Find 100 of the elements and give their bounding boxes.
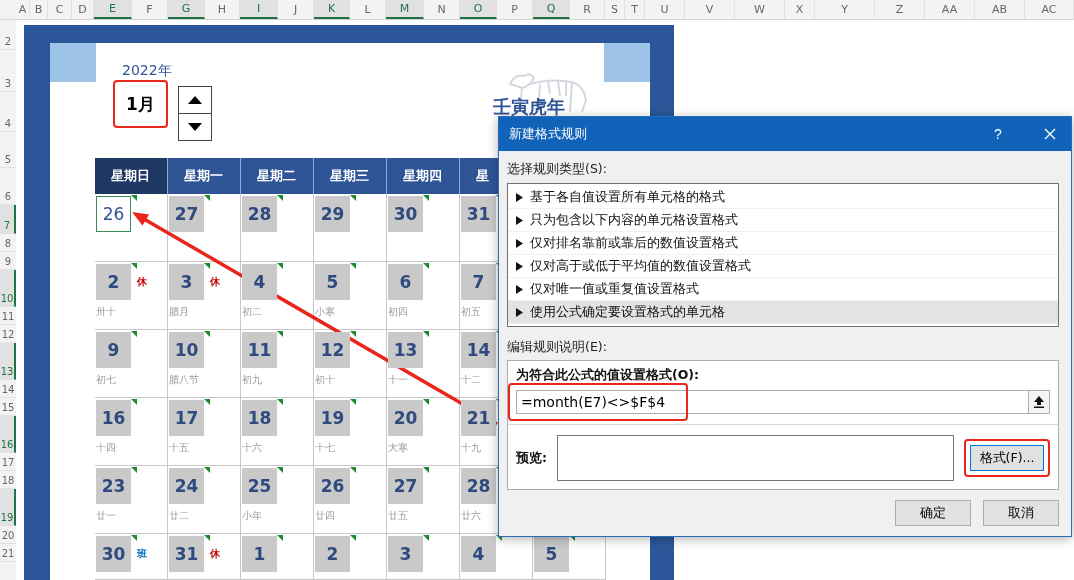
column-header[interactable]: V: [685, 0, 735, 19]
corner-block: [50, 43, 96, 82]
day-number[interactable]: 3: [169, 264, 204, 300]
column-header[interactable]: G: [168, 0, 205, 19]
column-header[interactable]: Z: [875, 0, 925, 19]
spin-down-button[interactable]: [178, 113, 212, 141]
range-select-button[interactable]: [1028, 390, 1050, 414]
day-number[interactable]: 4: [461, 536, 496, 572]
corner-marker-icon: [423, 399, 429, 405]
day-number[interactable]: 17: [169, 400, 204, 436]
column-header[interactable]: T: [625, 0, 645, 19]
dialog-button[interactable]: 取消: [983, 500, 1059, 526]
day-number[interactable]: 4: [242, 264, 277, 300]
formula-input[interactable]: =month(E7)<>$F$4: [516, 390, 1028, 414]
column-header[interactable]: U: [645, 0, 685, 19]
day-number[interactable]: 30: [96, 536, 131, 572]
day-number[interactable]: 2: [96, 264, 131, 300]
rule-type-item[interactable]: 只为包含以下内容的单元格设置格式: [508, 209, 1058, 232]
row-header[interactable]: 11: [0, 307, 16, 325]
column-header[interactable]: O: [460, 0, 497, 19]
column-header[interactable]: I: [240, 0, 278, 19]
day-number[interactable]: 23: [96, 468, 131, 504]
day-number[interactable]: 30: [388, 196, 423, 232]
corner-marker-icon: [277, 331, 283, 337]
day-number[interactable]: 28: [461, 468, 496, 504]
weekday-header: 星期一: [168, 158, 241, 194]
row-header[interactable]: 14: [0, 380, 16, 398]
row-header[interactable]: 8: [0, 234, 16, 252]
day-number[interactable]: 16: [96, 400, 131, 436]
column-header[interactable]: S: [605, 0, 625, 19]
day-number[interactable]: 25: [242, 468, 277, 504]
day-number[interactable]: 7: [461, 264, 496, 300]
column-header[interactable]: M: [386, 0, 424, 19]
column-header[interactable]: E: [94, 0, 132, 19]
day-number[interactable]: 11: [242, 332, 277, 368]
day-number[interactable]: 2: [315, 536, 350, 572]
day-number[interactable]: 1: [242, 536, 277, 572]
column-header[interactable]: W: [735, 0, 785, 19]
column-header[interactable]: Q: [533, 0, 570, 19]
column-header[interactable]: B: [30, 0, 48, 19]
day-number[interactable]: 3: [388, 536, 423, 572]
row-header[interactable]: 2: [0, 20, 16, 50]
lunar-date: 初五: [461, 305, 481, 319]
rule-type-item[interactable]: 仅对高于或低于平均值的数值设置格式: [508, 255, 1058, 278]
rule-type-item[interactable]: 使用公式确定要设置格式的单元格: [508, 301, 1058, 324]
row-header[interactable]: 21: [0, 544, 16, 562]
row-header[interactable]: 20: [0, 526, 16, 544]
corner-marker-icon: [423, 263, 429, 269]
column-header[interactable]: AB: [975, 0, 1025, 19]
dialog-title: 新建格式规则: [509, 125, 588, 143]
month-cell[interactable]: 1月: [126, 92, 155, 116]
day-number[interactable]: 14: [461, 332, 496, 368]
row-header[interactable]: 17: [0, 453, 16, 471]
rule-type-item[interactable]: 基于各自值设置所有单元格的格式: [508, 186, 1058, 209]
column-header[interactable]: A: [16, 0, 30, 19]
day-number[interactable]: 10: [169, 332, 204, 368]
corner-marker-icon: [131, 331, 137, 337]
row-header[interactable]: 4: [0, 92, 16, 132]
day-number[interactable]: 26: [315, 468, 350, 504]
day-number[interactable]: 24: [169, 468, 204, 504]
day-number[interactable]: 27: [169, 196, 204, 232]
column-header[interactable]: R: [570, 0, 605, 19]
day-number[interactable]: 5: [534, 536, 569, 572]
close-icon: [1044, 128, 1056, 140]
day-number[interactable]: 13: [388, 332, 423, 368]
row-header[interactable]: 10: [0, 270, 16, 307]
day-number[interactable]: 27: [388, 468, 423, 504]
row-header[interactable]: 5: [0, 132, 16, 168]
day-number[interactable]: 5: [315, 264, 350, 300]
day-number[interactable]: 28: [242, 196, 277, 232]
column-header[interactable]: AA: [925, 0, 975, 19]
day-number[interactable]: 31: [169, 536, 204, 572]
spin-up-button[interactable]: [178, 86, 212, 114]
dialog-button[interactable]: 确定: [895, 500, 971, 526]
row-header[interactable]: 19: [0, 489, 16, 526]
day-number[interactable]: 31: [461, 196, 496, 232]
day-number[interactable]: 26: [96, 196, 131, 232]
day-number[interactable]: 18: [242, 400, 277, 436]
rule-type-item[interactable]: 仅对排名靠前或靠后的数值设置格式: [508, 232, 1058, 255]
day-number[interactable]: 29: [315, 196, 350, 232]
column-header[interactable]: X: [785, 0, 815, 19]
help-button[interactable]: ?: [983, 126, 1013, 142]
format-button[interactable]: 格式(F)...: [970, 445, 1044, 471]
row-header[interactable]: 3: [0, 50, 16, 92]
day-number[interactable]: 12: [315, 332, 350, 368]
column-header[interactable]: AC: [1025, 0, 1074, 19]
column-header[interactable]: Y: [815, 0, 875, 19]
day-number[interactable]: 19: [315, 400, 350, 436]
day-number[interactable]: 21: [461, 400, 496, 436]
row-header[interactable]: 13: [0, 343, 16, 380]
day-number[interactable]: 6: [388, 264, 423, 300]
day-number[interactable]: 20: [388, 400, 423, 436]
lunar-date: 十五: [169, 441, 189, 455]
column-header[interactable]: K: [314, 0, 350, 19]
corner-marker-icon: [277, 263, 283, 269]
column-header[interactable]: C: [48, 0, 72, 19]
row-header[interactable]: 7: [0, 205, 16, 234]
corner-marker-icon: [423, 535, 429, 541]
row-header[interactable]: 16: [0, 416, 16, 453]
day-number[interactable]: 9: [96, 332, 131, 368]
